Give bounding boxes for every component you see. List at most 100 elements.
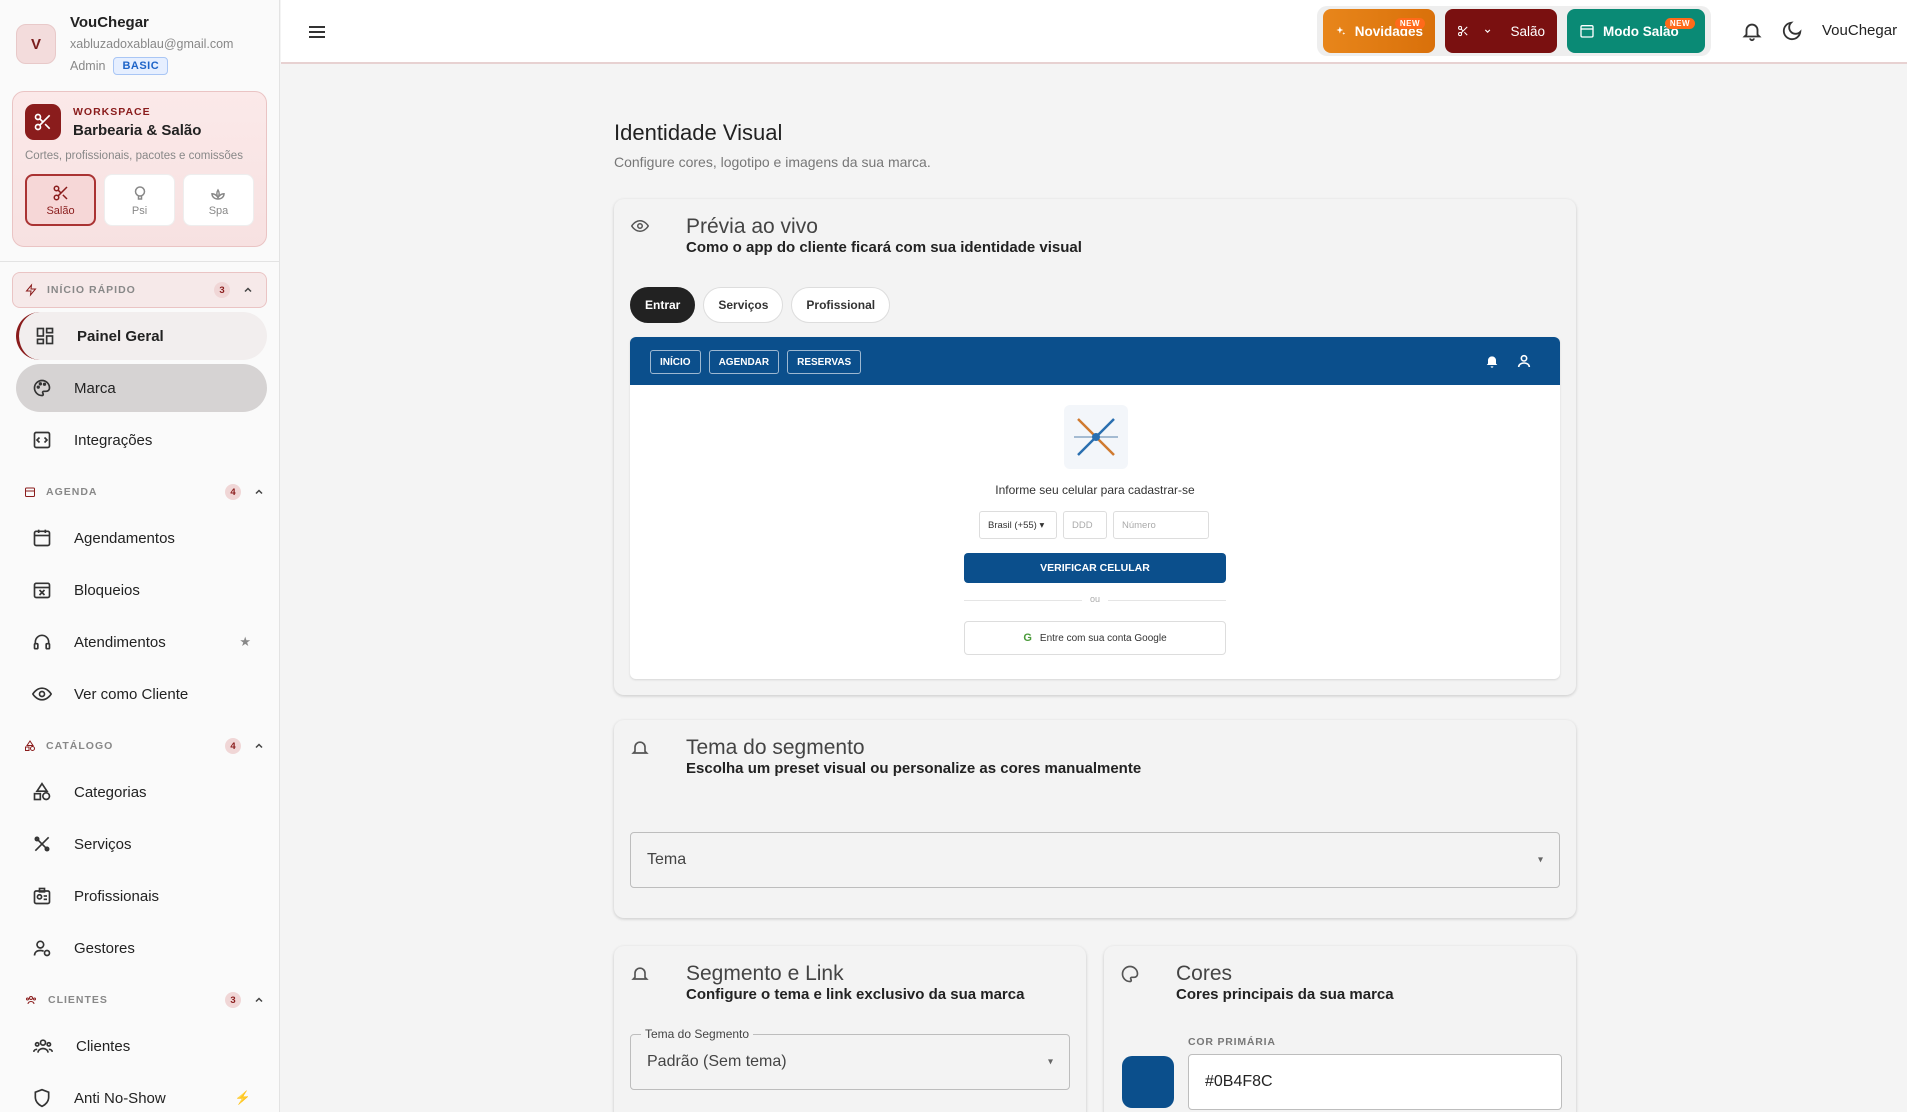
card-title: Cores <box>1176 962 1233 985</box>
sidebar-item-atendimentos[interactable]: Atendimentos ★ <box>16 618 267 666</box>
google-signin-button[interactable]: G Entre com sua conta Google <box>964 621 1226 655</box>
sidebar-item-ver-como-cliente[interactable]: Ver como Cliente <box>16 670 267 718</box>
section-title: CATÁLOGO <box>46 740 114 752</box>
bell-icon <box>631 967 649 980</box>
top-actions: Novidades NEW Salão Modo Salão NEW <box>1317 6 1711 56</box>
chevron-down-icon <box>1485 29 1491 33</box>
preview-icon <box>630 219 650 233</box>
tab-profissional[interactable]: Profissional <box>791 287 891 323</box>
count-badge: 3 <box>214 282 230 298</box>
count-badge: 4 <box>225 484 241 500</box>
mode-spa-button[interactable]: Spa <box>183 174 254 226</box>
sidebar-item-anti-no-show[interactable]: Anti No-Show ⚡ <box>16 1074 267 1112</box>
section-agenda[interactable]: AGENDA 4 <box>0 474 279 510</box>
nav-label: Categorias <box>74 783 147 801</box>
nav-label: Bloqueios <box>74 581 140 599</box>
app-prompt: Informe seu celular para cadastrar-se <box>995 483 1195 497</box>
segment-theme-select[interactable]: Tema do Segmento Padrão (Sem tema) ▾ <box>630 1027 1070 1090</box>
nav-label: Serviços <box>74 835 132 853</box>
sidebar-item-categorias[interactable]: Categorias <box>16 768 267 816</box>
mode-salao-button[interactable]: Salão <box>25 174 97 226</box>
user-icon[interactable] <box>1516 353 1532 369</box>
topbar: Novidades NEW Salão Modo Salão NEW VouCh… <box>281 0 1907 64</box>
bell-icon[interactable] <box>1741 20 1763 42</box>
app-nav-reservas[interactable]: RESERVAS <box>787 350 862 374</box>
palette-icon <box>33 379 51 397</box>
sidebar-item-integracoes[interactable]: Integrações <box>16 416 267 464</box>
calendar-icon <box>1580 25 1594 38</box>
tab-servicos[interactable]: Serviços <box>703 287 784 323</box>
moon-icon[interactable] <box>1781 20 1803 42</box>
segment-theme-value: Padrão (Sem tema) <box>647 1053 787 1070</box>
palette-icon <box>1121 965 1139 983</box>
modo-salao-button[interactable]: Modo Salão NEW <box>1567 9 1705 53</box>
number-input[interactable]: Número <box>1113 511 1209 539</box>
google-label: Entre com sua conta Google <box>1039 632 1167 644</box>
brain-icon <box>134 185 145 200</box>
shield-icon <box>34 1088 50 1108</box>
ddd-input[interactable]: DDD <box>1063 511 1107 539</box>
user-role: Admin <box>70 59 106 73</box>
primary-color-input[interactable]: #0B4F8C <box>1188 1054 1562 1110</box>
primary-color-swatch[interactable] <box>1122 1056 1174 1108</box>
calendar-icon <box>25 487 35 497</box>
mode-psi-button[interactable]: Psi <box>104 174 175 226</box>
tab-entrar[interactable]: Entrar <box>630 287 696 323</box>
theme-select-label: Tema <box>647 851 687 868</box>
phone-input-row: Brasil (+55) ▾ DDD Número <box>979 511 1209 539</box>
verify-phone-button[interactable]: VERIFICAR CELULAR <box>964 553 1226 583</box>
country-select[interactable]: Brasil (+55) ▾ <box>979 511 1057 539</box>
workspace-modes: Salão Psi Spa <box>25 174 254 226</box>
section-title: INÍCIO RÁPIDO <box>47 284 136 296</box>
user-card[interactable]: V VouChegar xabluzadoxablau@gmail.com Ad… <box>0 0 279 85</box>
nav-label: Gestores <box>74 939 135 957</box>
menu-icon[interactable] <box>305 20 329 44</box>
or-text: ou <box>1089 594 1100 604</box>
user-email: xabluzadoxablau@gmail.com <box>70 37 234 51</box>
bell-icon[interactable] <box>1484 353 1500 369</box>
page-subtitle: Configure cores, logotipo e imagens da s… <box>614 154 931 170</box>
novidades-button[interactable]: Novidades NEW <box>1323 9 1435 53</box>
tools-icon <box>34 836 50 852</box>
sidebar-item-clientes[interactable]: Clientes <box>16 1022 267 1070</box>
sidebar-item-servicos[interactable]: Serviços <box>16 820 267 868</box>
or-divider: ou <box>964 594 1226 606</box>
sidebar-item-painel-geral[interactable]: Painel Geral <box>16 312 267 360</box>
section-clientes[interactable]: CLIENTES 3 <box>0 982 279 1018</box>
google-icon: G <box>1023 632 1032 644</box>
app-preview-bar: INÍCIO AGENDAR RESERVAS <box>630 337 1560 385</box>
shapes-icon <box>33 782 51 801</box>
theme-card: Tema do segmento Escolha um preset visua… <box>614 720 1576 918</box>
app-nav-inicio[interactable]: INÍCIO <box>650 350 701 374</box>
nav-label: Profissionais <box>74 887 160 905</box>
bolt-icon <box>25 283 37 297</box>
chevron-up-icon <box>255 743 263 749</box>
card-title: Tema do segmento <box>686 736 865 759</box>
sidebar-item-gestores[interactable]: Gestores <box>16 924 267 972</box>
user-name: VouChegar <box>70 14 149 31</box>
card-subtitle: Escolha um preset visual ou personalize … <box>686 760 1142 777</box>
app-nav-agendar[interactable]: AGENDAR <box>708 350 780 374</box>
page-title: Identidade Visual <box>614 120 783 145</box>
sidebar-item-agendamentos[interactable]: Agendamentos <box>16 514 267 562</box>
star-icon: ★ <box>239 634 251 649</box>
calendar-icon <box>33 529 51 547</box>
theme-select[interactable]: Tema ▾ <box>630 832 1560 888</box>
sidebar-item-profissionais[interactable]: Profissionais <box>16 872 267 920</box>
nav-label: Painel Geral <box>77 327 164 345</box>
workspace-card: WORKSPACE Barbearia & Salão Cortes, prof… <box>12 91 267 247</box>
mode-label: Salão <box>46 204 75 217</box>
section-quick-start[interactable]: INÍCIO RÁPIDO 3 <box>12 272 267 308</box>
sidebar-item-marca[interactable]: Marca <box>16 364 267 412</box>
section-title: CLIENTES <box>48 994 108 1006</box>
primary-color-label: COR PRIMÁRIA <box>1188 1036 1276 1048</box>
section-catalogo[interactable]: CATÁLOGO 4 <box>0 728 279 764</box>
nav-label: Marca <box>74 379 116 397</box>
sidebar-item-bloqueios[interactable]: Bloqueios <box>16 566 267 614</box>
topbar-username[interactable]: VouChegar <box>1822 22 1897 39</box>
segment-card: Segmento e Link Configure o tema e link … <box>614 946 1086 1112</box>
segment-switch-button[interactable]: Salão <box>1445 9 1557 53</box>
sparkle-icon <box>1336 26 1346 35</box>
workspace-name: Barbearia & Salão <box>73 121 202 139</box>
card-title: Segmento e Link <box>686 962 844 985</box>
